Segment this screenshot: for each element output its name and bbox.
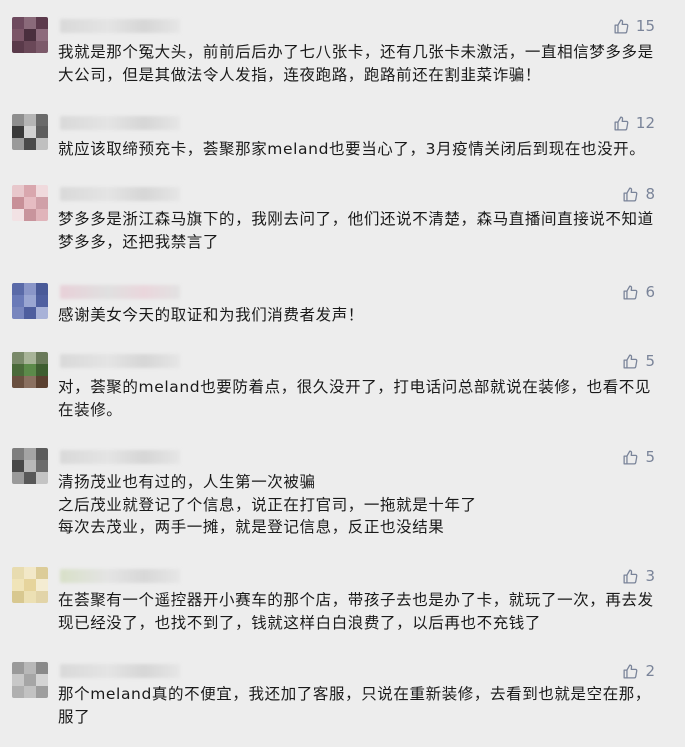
- thumbs-up-icon: [623, 284, 638, 300]
- avatar[interactable]: [12, 114, 48, 150]
- comment-text: 就应该取缔预充卡，荟聚那家meland也要当心了，3月疫情关闭后到现在也没开。: [58, 140, 646, 158]
- avatar[interactable]: [12, 17, 48, 53]
- avatar[interactable]: [12, 567, 48, 603]
- avatar[interactable]: [12, 352, 48, 388]
- like-button[interactable]: 3: [622, 567, 655, 585]
- like-count: 12: [635, 114, 655, 132]
- like-button[interactable]: 6: [622, 283, 655, 301]
- comment-text: 对，荟聚的meland也要防着点，很久没开了，打电话问总部就说在装修，也看不见在…: [58, 378, 652, 419]
- thumbs-up-icon: [614, 115, 629, 131]
- comment-text: 感谢美女今天的取证和为我们消费者发声！: [58, 306, 364, 324]
- like-button[interactable]: 5: [622, 448, 655, 466]
- commenter-name[interactable]: [60, 354, 180, 368]
- comment-text: 在荟聚有一个遥控器开小赛车的那个店，带孩子去也是办了卡，就玩了一次，再去发现已经…: [58, 591, 654, 632]
- thumbs-up-icon: [623, 663, 638, 679]
- thumbs-up-icon: [623, 353, 638, 369]
- commenter-name[interactable]: [60, 116, 180, 130]
- like-button[interactable]: 12: [613, 114, 655, 132]
- avatar[interactable]: [12, 662, 48, 698]
- avatar[interactable]: [12, 185, 48, 221]
- like-count: 5: [645, 448, 655, 466]
- like-button[interactable]: 5: [622, 352, 655, 370]
- comment-text: 那个meland真的不便宜，我还加了客服，只说在重新装修，去看到也就是空在那，服…: [58, 685, 652, 726]
- like-count: 15: [635, 17, 655, 35]
- like-button[interactable]: 8: [622, 185, 655, 203]
- commenter-name[interactable]: [60, 450, 180, 464]
- commenter-name[interactable]: [60, 187, 180, 201]
- thumbs-up-icon: [623, 449, 638, 465]
- comment-text: 我就是那个冤大头，前前后后办了七八张卡，还有几张卡未激活，一直相信梦多多是大公司…: [58, 43, 654, 84]
- thumbs-up-icon: [623, 186, 638, 202]
- comment-list: 15 我就是那个冤大头，前前后后办了七八张卡，还有几张卡未激活，一直相信梦多多是…: [0, 0, 685, 747]
- avatar[interactable]: [12, 283, 48, 319]
- comment-text: 清扬茂业也有过的，人生第一次被骗 之后茂业就登记了个信息，说正在打官司，一拖就是…: [58, 473, 477, 536]
- like-count: 8: [645, 185, 655, 203]
- commenter-name[interactable]: [60, 664, 180, 678]
- commenter-name[interactable]: [60, 285, 180, 299]
- like-button[interactable]: 2: [622, 662, 655, 680]
- thumbs-up-icon: [623, 568, 638, 584]
- commenter-name[interactable]: [60, 569, 180, 583]
- like-count: 3: [645, 567, 655, 585]
- commenter-name[interactable]: [60, 19, 180, 33]
- thumbs-up-icon: [614, 18, 629, 34]
- like-button[interactable]: 15: [613, 17, 655, 35]
- comment-text: 梦多多是浙江森马旗下的，我刚去问了，他们还说不清楚，森马直播间直接说不知道梦多多…: [58, 210, 654, 251]
- avatar[interactable]: [12, 448, 48, 484]
- like-count: 5: [645, 352, 655, 370]
- like-count: 2: [645, 662, 655, 680]
- like-count: 6: [645, 283, 655, 301]
